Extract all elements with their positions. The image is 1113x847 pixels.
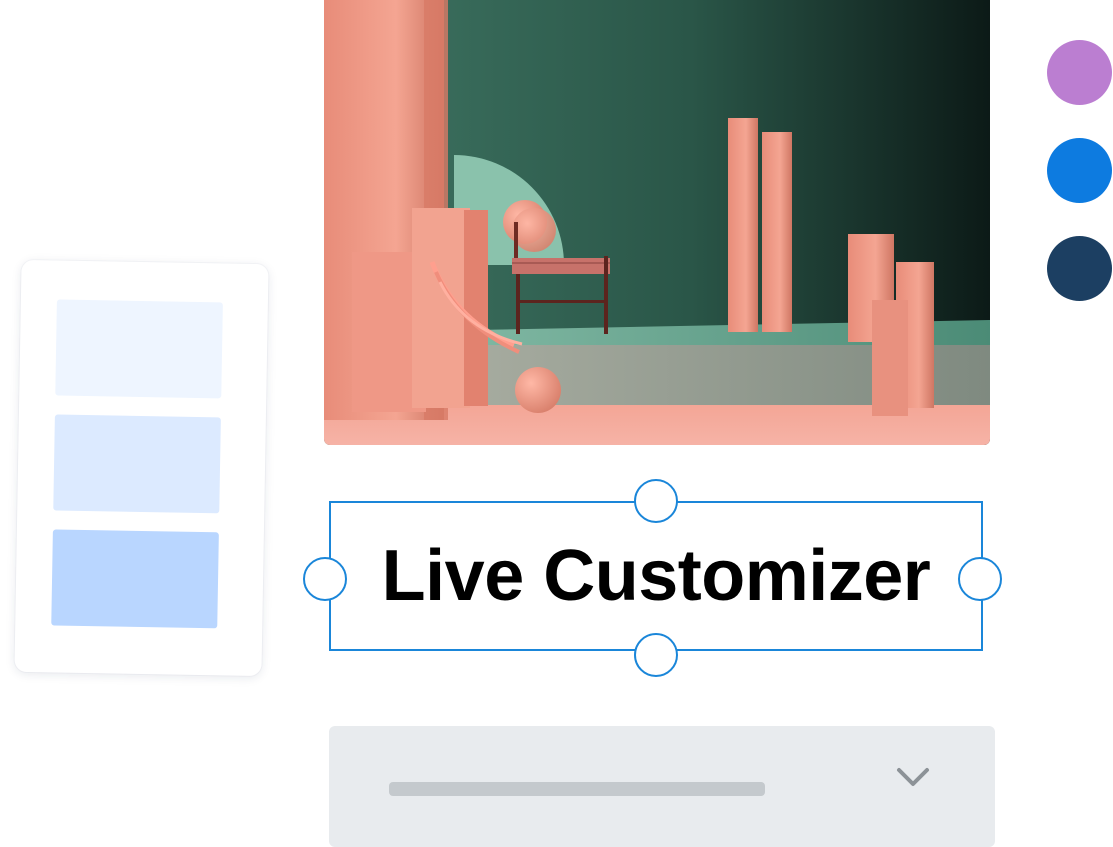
- color-swatch-navy[interactable]: [1047, 236, 1112, 301]
- layout-panel: [14, 259, 269, 677]
- resize-handle-bottom[interactable]: [634, 633, 678, 677]
- scene-image: [324, 0, 990, 445]
- color-swatch-blue[interactable]: [1047, 138, 1112, 203]
- resize-handle-left[interactable]: [303, 557, 347, 601]
- layout-option-2[interactable]: [53, 414, 221, 514]
- headline-text[interactable]: Live Customizer: [329, 531, 983, 621]
- resize-handle-top[interactable]: [634, 479, 678, 523]
- layout-option-1[interactable]: [55, 299, 223, 399]
- resize-handle-right[interactable]: [958, 557, 1002, 601]
- chevron-down-icon: [897, 768, 929, 786]
- dropdown-placeholder-bar: [389, 782, 765, 796]
- color-swatch-purple[interactable]: [1047, 40, 1112, 105]
- dropdown-select[interactable]: [329, 726, 995, 847]
- layout-option-3[interactable]: [51, 529, 219, 629]
